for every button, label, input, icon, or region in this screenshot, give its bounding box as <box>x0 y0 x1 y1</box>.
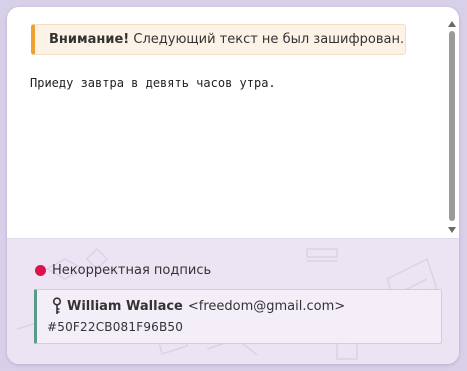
message-body: Приеду завтра в девять часов утра. <box>30 76 276 90</box>
invalid-signature-dot-icon <box>35 265 46 276</box>
unencrypted-warning: Внимание! Следующий текст не был зашифро… <box>31 24 406 55</box>
key-id: #50F22CB081F96B50 <box>47 320 184 334</box>
vertical-scrollbar[interactable] <box>447 17 459 235</box>
signature-status: Некорректная подпись <box>35 263 211 278</box>
signer-email: <freedom@gmail.com> <box>187 298 346 314</box>
scroll-down-arrow-icon[interactable] <box>448 227 456 233</box>
signer-info-box: William Wallace <freedom@gmail.com> #50F… <box>34 289 442 344</box>
signer-line: William Wallace <freedom@gmail.com> <box>51 297 345 315</box>
message-viewer-card: Внимание! Следующий текст не был зашифро… <box>7 7 459 364</box>
signer-name: William Wallace <box>67 298 183 314</box>
warning-text: Следующий текст не был зашифрован. <box>133 32 405 47</box>
scroll-up-arrow-icon[interactable] <box>448 21 456 27</box>
signature-footer: Некорректная подпись William Wallace <fr… <box>7 238 459 364</box>
key-icon <box>52 297 62 314</box>
signature-status-label: Некорректная подпись <box>52 263 212 278</box>
scroll-thumb[interactable] <box>449 31 455 221</box>
warning-title: Внимание! <box>49 32 130 47</box>
